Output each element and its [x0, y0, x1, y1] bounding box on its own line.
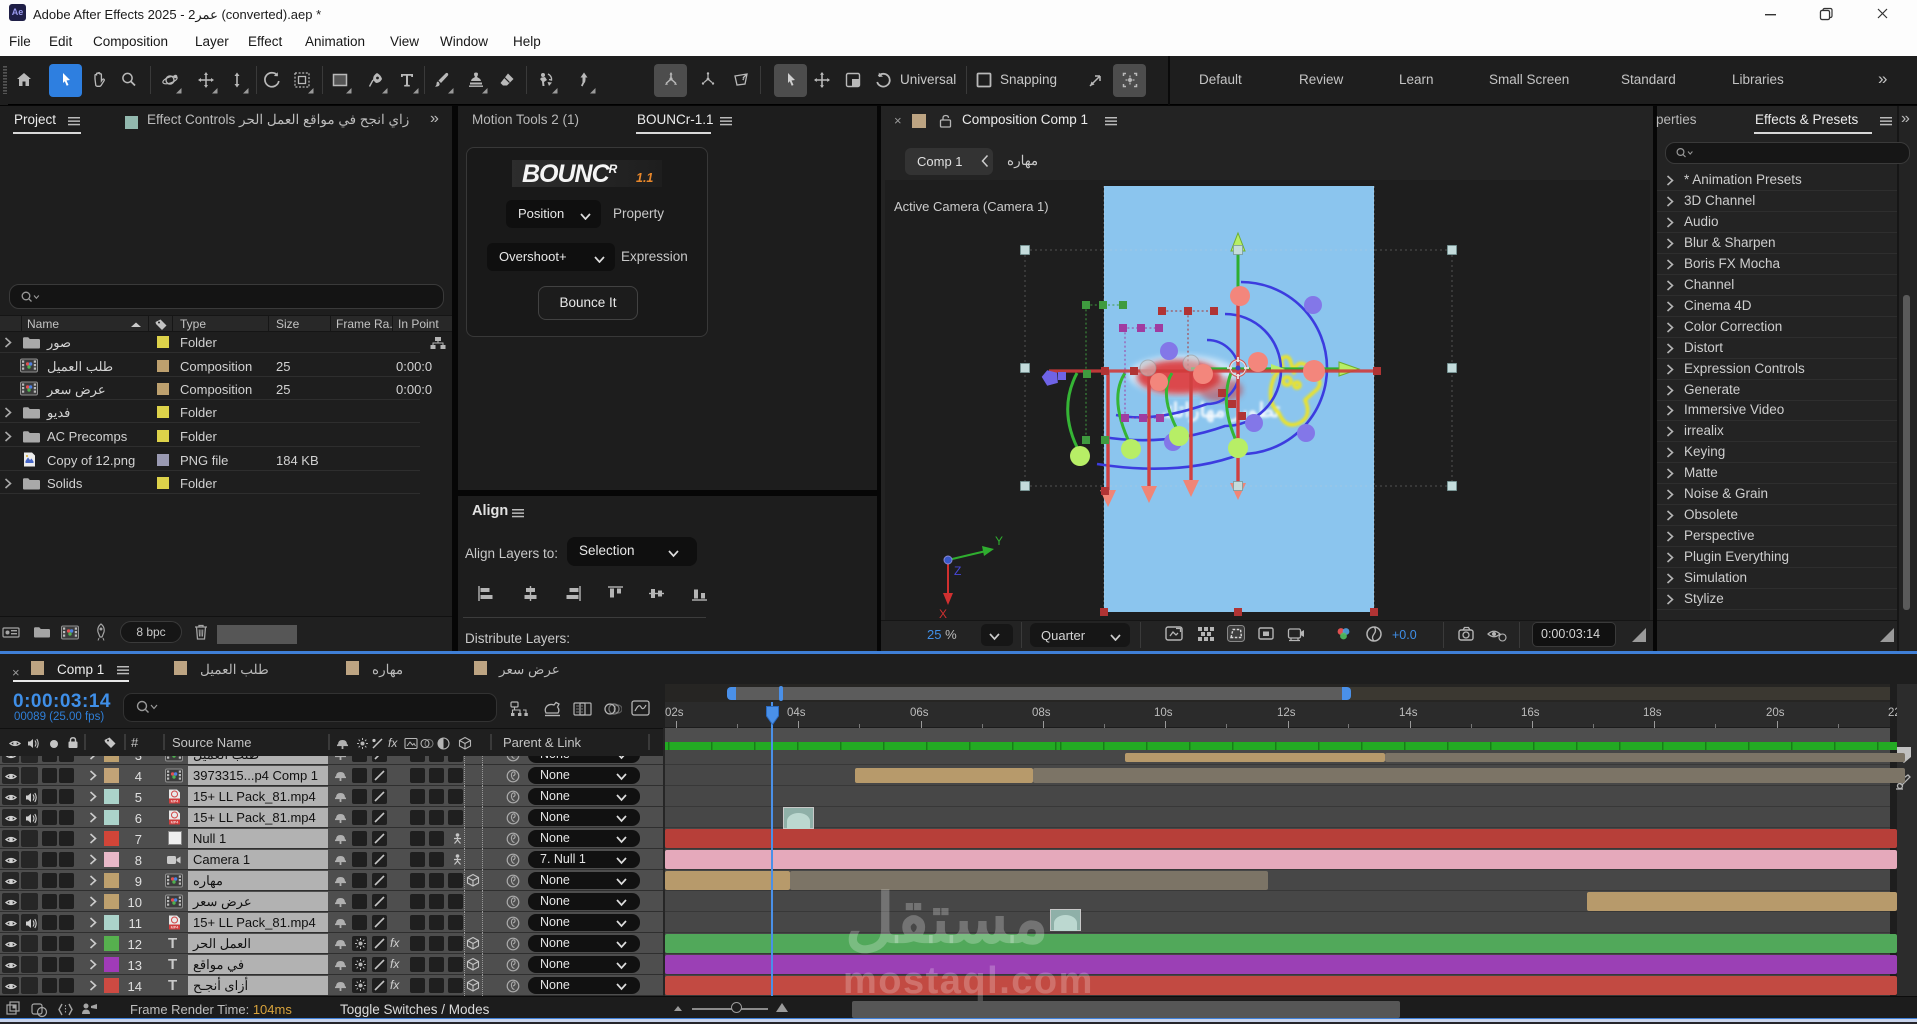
svg-text:MP4: MP4	[171, 821, 179, 825]
svg-text:X: X	[939, 607, 947, 620]
svg-text:Y: Y	[995, 534, 1003, 548]
svg-text:MP4: MP4	[171, 800, 179, 804]
svg-text:Z: Z	[954, 564, 961, 578]
svg-text:MP4: MP4	[171, 926, 179, 930]
